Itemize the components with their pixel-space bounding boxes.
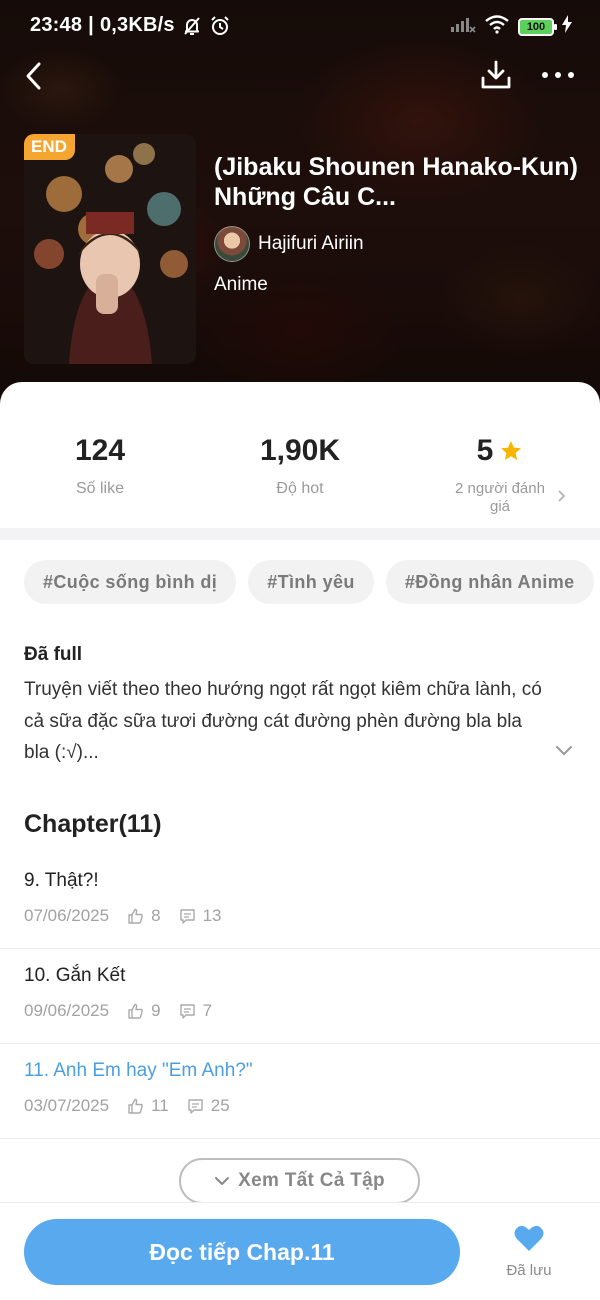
saved-label: Đã lưu xyxy=(506,1262,552,1279)
tag-chip[interactable]: #Đồng nhân Anime xyxy=(385,560,594,604)
chapter-list-heading: Chapter(11) xyxy=(24,810,162,838)
alarm-icon xyxy=(209,15,231,37)
chapter-title: 10. Gắn Kết xyxy=(24,965,126,986)
bottom-action-bar: Đọc tiếp Chap.11 Đã lưu xyxy=(0,1202,600,1300)
more-dots-icon xyxy=(542,72,574,78)
tag-chip[interactable]: #Tình yêu xyxy=(248,560,374,604)
chapter-comments: 13 xyxy=(202,906,222,925)
section-divider xyxy=(0,528,600,540)
saved-button[interactable]: Đã lưu xyxy=(494,1223,564,1279)
end-badge: END xyxy=(24,134,75,160)
tag-list: #Cuộc sống bình dị #Tình yêu #Đồng nhân … xyxy=(24,560,594,604)
like-label: Số like xyxy=(75,480,125,497)
thumbs-up-icon xyxy=(128,1003,143,1019)
author-name: Hajifuri Airiin xyxy=(258,233,364,254)
chevron-down-icon xyxy=(215,1177,230,1185)
back-button[interactable] xyxy=(20,58,50,94)
network-speed: 0,3KB/s xyxy=(99,14,175,36)
chevron-down-icon xyxy=(556,746,572,755)
chapter-likes: 11 xyxy=(151,1096,169,1115)
status-separator: | xyxy=(88,14,94,36)
chapter-date: 09/06/2025 xyxy=(24,1001,110,1020)
hot-label: Độ hot xyxy=(276,480,324,497)
author-avatar xyxy=(214,226,250,262)
expand-synopsis-button[interactable] xyxy=(552,738,576,762)
comment-icon xyxy=(179,908,195,924)
bell-off-icon xyxy=(181,15,203,37)
comment-icon xyxy=(188,1098,203,1114)
chevron-left-icon xyxy=(26,62,41,90)
hot-stat: 1,90K Độ hot xyxy=(230,434,370,498)
chapter-comments: 7 xyxy=(202,1001,213,1020)
rating-value: 5 xyxy=(476,434,494,467)
wifi-icon xyxy=(484,14,510,39)
see-all-label: Xem Tất Cả Tập xyxy=(238,1170,385,1191)
chapter-item[interactable]: 9. Thật?! 07/06/2025 8 13 xyxy=(0,854,600,949)
continue-reading-button[interactable]: Đọc tiếp Chap.11 xyxy=(24,1219,460,1285)
more-options-button[interactable] xyxy=(538,58,578,94)
see-all-chapters-button[interactable]: Xem Tất Cả Tập xyxy=(179,1158,420,1204)
chapter-likes: 8 xyxy=(151,906,161,925)
chevron-right-icon xyxy=(558,490,566,502)
comment-icon xyxy=(179,1003,195,1019)
cover-artwork xyxy=(24,134,196,364)
download-icon xyxy=(481,60,511,89)
chapter-title: 11. Anh Em hay "Em Anh?" xyxy=(24,1060,253,1081)
top-navigation xyxy=(0,58,600,98)
chapter-likes: 9 xyxy=(151,1001,161,1020)
charging-icon xyxy=(562,15,572,38)
author-link[interactable]: Hajifuri Airiin xyxy=(214,226,364,262)
chapter-item-current[interactable]: 11. Anh Em hay "Em Anh?" 03/07/2025 11 2… xyxy=(0,1044,600,1139)
download-button[interactable] xyxy=(480,58,512,94)
details-card: 124 Số like 1,90K Độ hot 5 2 người đánh … xyxy=(0,382,600,1300)
novel-title: (Jibaku Shounen Hanako-Kun) Những Câu C.… xyxy=(214,153,578,211)
thumbs-up-icon xyxy=(128,908,143,924)
stats-row: 124 Số like 1,90K Độ hot 5 2 người đánh … xyxy=(0,382,600,528)
cover-image[interactable]: END xyxy=(24,134,196,364)
signal-icon xyxy=(450,15,476,38)
thumbs-up-icon xyxy=(128,1098,143,1114)
status-bar: 23:48 | 0,3KB/s 100 xyxy=(0,0,600,52)
rating-stat[interactable]: 5 2 người đánh giá xyxy=(440,434,560,516)
chapter-date: 07/06/2025 xyxy=(24,906,110,925)
status-time: 23:48 xyxy=(30,14,83,36)
heart-icon xyxy=(514,1225,544,1251)
like-count: 124 xyxy=(74,434,126,467)
like-stat: 124 Số like xyxy=(50,434,150,498)
completion-status: Đã full xyxy=(24,644,83,665)
star-icon xyxy=(501,441,522,460)
chapter-comments: 25 xyxy=(210,1096,230,1115)
battery-icon: 100 xyxy=(518,17,557,36)
tag-chip[interactable]: #Cuộc sống bình dị xyxy=(24,560,237,604)
chapter-title: 9. Thật?! xyxy=(24,870,99,891)
synopsis-text: Truyện viết theo theo hướng ngọt rất ngọ… xyxy=(24,679,542,763)
row-divider xyxy=(0,1138,600,1139)
hot-count: 1,90K xyxy=(259,434,341,467)
chapter-date: 03/07/2025 xyxy=(24,1096,110,1115)
genre-label: Anime xyxy=(214,274,268,295)
rating-label: 2 người đánh giá xyxy=(455,480,545,515)
chapter-item[interactable]: 10. Gắn Kết 09/06/2025 9 7 xyxy=(0,949,600,1044)
